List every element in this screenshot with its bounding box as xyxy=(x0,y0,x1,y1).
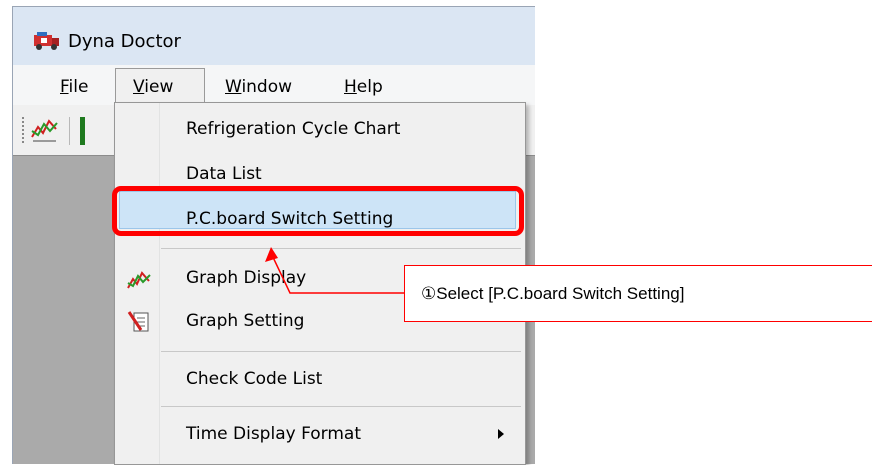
annotation-leader xyxy=(265,247,404,294)
arrow-head-icon xyxy=(265,247,278,262)
callout-text: ①Select [P.C.board Switch Setting] xyxy=(421,284,685,303)
annotation-callout: ①Select [P.C.board Switch Setting] xyxy=(404,265,872,322)
